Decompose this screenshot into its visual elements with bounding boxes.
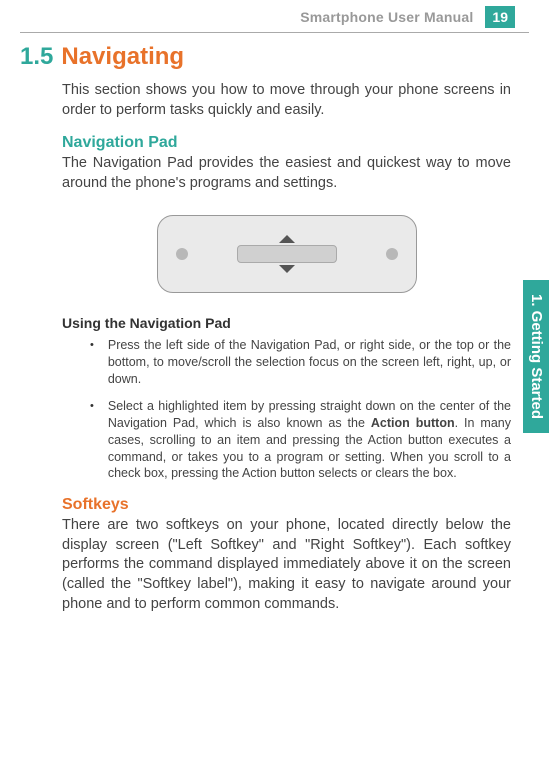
- softkeys-heading: Softkeys: [62, 496, 511, 514]
- nav-pad-left-dot: [176, 248, 188, 260]
- section-heading-row: 1.5 Navigating: [20, 43, 511, 71]
- page-number: 19: [485, 6, 515, 28]
- navigation-pad-desc: The Navigation Pad provides the easiest …: [62, 154, 511, 193]
- arrow-down-icon: [279, 265, 295, 273]
- manual-title: Smartphone User Manual: [300, 9, 473, 25]
- header-bar: Smartphone User Manual 19: [20, 0, 529, 33]
- nav-pad-bullet-list: • Press the left side of the Navigation …: [90, 337, 511, 482]
- bullet-text-2: Select a highlighted item by pressing st…: [108, 398, 511, 482]
- page-content: 1.5 Navigating This section shows you ho…: [0, 35, 549, 614]
- section-intro: This section shows you how to move throu…: [62, 81, 511, 120]
- bullet-icon: •: [90, 337, 94, 388]
- list-item: • Select a highlighted item by pressing …: [90, 398, 511, 482]
- arrow-up-icon: [279, 235, 295, 243]
- bullet-icon: •: [90, 398, 94, 482]
- nav-pad-center: [237, 235, 337, 273]
- softkeys-desc: There are two softkeys on your phone, lo…: [62, 516, 511, 614]
- nav-pad-right-dot: [386, 248, 398, 260]
- chapter-side-tab: 1. Getting Started: [523, 280, 549, 433]
- nav-pad-action-bar: [237, 245, 337, 263]
- nav-pad-figure: [62, 215, 511, 293]
- nav-pad: [157, 215, 417, 293]
- section-title: Navigating: [61, 43, 184, 71]
- section-number: 1.5: [20, 43, 53, 71]
- list-item: • Press the left side of the Navigation …: [90, 337, 511, 388]
- bullet-text-1: Press the left side of the Navigation Pa…: [108, 337, 511, 388]
- using-nav-pad-heading: Using the Navigation Pad: [62, 315, 511, 331]
- navigation-pad-heading: Navigation Pad: [62, 134, 511, 152]
